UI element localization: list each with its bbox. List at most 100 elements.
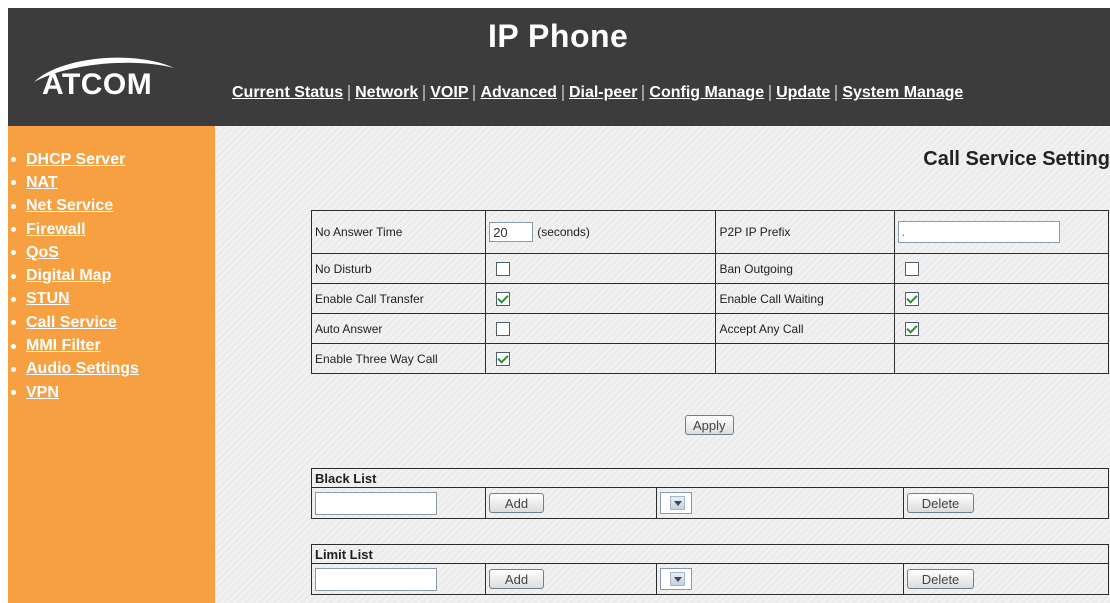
sidebar-link-dhcp-server[interactable]: DHCP Server [26, 151, 125, 169]
atcom-logo: ATCOM [26, 48, 176, 108]
settings-row: No Disturb Ban Outgoing [310, 253, 1110, 284]
sidebar-item-stun: STUN [10, 288, 139, 311]
black-list-input-cell [311, 487, 486, 519]
enable-call-transfer-cell [485, 283, 717, 314]
no-disturb-checkbox[interactable] [496, 261, 511, 276]
bullet-icon [11, 250, 16, 256]
app-title: IP Phone [488, 18, 629, 54]
dropdown-arrow-icon [670, 496, 685, 510]
nav-voip[interactable]: VOIP [430, 84, 468, 102]
sidebar-link-mmi-filter[interactable]: MMI Filter [26, 337, 101, 355]
main-content: Call Service Setting No Answer Time (sec… [215, 126, 1110, 603]
checkbox-check-icon [906, 322, 918, 334]
bullet-icon [11, 296, 16, 302]
bullet-icon [11, 390, 16, 396]
accept-any-call-cell [893, 313, 1110, 344]
nav-network[interactable]: Network [355, 84, 418, 102]
limit-list-add-button[interactable]: Add [489, 569, 544, 589]
bullet-icon [11, 343, 16, 349]
sidebar-link-stun[interactable]: STUN [26, 290, 70, 308]
bullet-icon [11, 366, 16, 372]
page-title: Call Service Setting [923, 148, 1110, 170]
sidebar-item-call-service: Call Service [10, 311, 139, 334]
sidebar-link-qos[interactable]: QoS [26, 244, 59, 262]
limit-list-select[interactable] [660, 568, 692, 590]
nav-separator [348, 85, 351, 101]
black-list-add-button[interactable]: Add [489, 493, 544, 513]
no-answer-time-unit: (seconds) [537, 225, 590, 239]
sidebar-link-nat[interactable]: NAT [26, 174, 58, 192]
limit-list-input-cell [311, 563, 486, 595]
sidebar-link-vpn[interactable]: VPN [26, 384, 59, 402]
p2p-ip-prefix-label: P2P IP Prefix [715, 210, 895, 254]
enable-three-way-call-label: Enable Three Way Call [310, 343, 487, 374]
limit-list-row: Add Delete [311, 563, 1109, 595]
sidebar-item-qos: QoS [10, 241, 139, 264]
black-list-delete-button[interactable]: Delete [907, 493, 974, 513]
enable-three-way-call-checkbox[interactable] [496, 351, 511, 366]
empty-cell [715, 343, 895, 374]
no-disturb-cell [485, 253, 717, 284]
p2p-ip-prefix-cell [893, 210, 1110, 254]
auto-answer-checkbox[interactable] [496, 321, 511, 336]
enable-call-waiting-cell [893, 283, 1110, 314]
nav-separator [835, 85, 838, 101]
header: IP Phone ATCOM Current Status Network VO… [8, 8, 1110, 126]
sidebar-link-net-service[interactable]: Net Service [26, 197, 113, 215]
limit-list-delete-button[interactable]: Delete [907, 569, 974, 589]
accept-any-call-label: Accept Any Call [715, 313, 895, 344]
dropdown-arrow-icon [670, 572, 685, 586]
black-list-table: Black List Add Delete [311, 468, 1109, 519]
limit-list-delete-cell: Delete [903, 563, 1109, 595]
nav-separator [561, 85, 564, 101]
checkbox-check-icon [906, 292, 918, 304]
bullet-icon [11, 273, 16, 279]
black-list-delete-cell: Delete [903, 487, 1109, 519]
top-nav: Current Status Network VOIP Advanced Dia… [232, 84, 963, 102]
sidebar-item-firewall: Firewall [10, 218, 139, 241]
black-list-input[interactable] [315, 491, 437, 515]
nav-separator [473, 85, 476, 101]
accept-any-call-checkbox[interactable] [904, 321, 919, 336]
sidebar-link-digital-map[interactable]: Digital Map [26, 267, 111, 285]
settings-row: Enable Call Transfer Enable Call Waiting [310, 283, 1110, 314]
bullet-icon [11, 320, 16, 326]
no-answer-time-input[interactable] [489, 222, 534, 242]
nav-config-manage[interactable]: Config Manage [649, 84, 764, 102]
limit-list-add-cell: Add [485, 563, 657, 595]
limit-list-input[interactable] [315, 567, 437, 591]
nav-separator [769, 85, 772, 101]
sidebar-link-call-service[interactable]: Call Service [26, 314, 117, 332]
sidebar-item-net-service: Net Service [10, 195, 139, 218]
sidebar-link-firewall[interactable]: Firewall [26, 221, 86, 239]
black-list-row: Add Delete [311, 487, 1109, 519]
nav-system-manage[interactable]: System Manage [842, 84, 963, 102]
limit-list-table: Limit List Add Delete [311, 544, 1109, 595]
enable-call-transfer-checkbox[interactable] [496, 291, 511, 306]
bullet-icon [11, 227, 16, 233]
enable-call-transfer-label: Enable Call Transfer [310, 283, 487, 314]
apply-button[interactable]: Apply [685, 415, 734, 435]
nav-current-status[interactable]: Current Status [232, 84, 343, 102]
enable-three-way-call-cell [485, 343, 717, 374]
settings-row: Enable Three Way Call [310, 343, 1110, 374]
nav-advanced[interactable]: Advanced [480, 84, 556, 102]
no-answer-time-cell: (seconds) [485, 210, 717, 254]
auto-answer-label: Auto Answer [310, 313, 487, 344]
limit-list-title: Limit List [311, 544, 1109, 564]
sidebar-item-dhcp-server: DHCP Server [10, 148, 139, 171]
nav-update[interactable]: Update [776, 84, 830, 102]
ban-outgoing-checkbox[interactable] [904, 261, 919, 276]
nav-dial-peer[interactable]: Dial-peer [569, 84, 637, 102]
no-answer-time-label: No Answer Time [310, 210, 487, 254]
sidebar: DHCP Server NAT Net Service Firewall QoS… [8, 126, 215, 603]
nav-separator [642, 85, 645, 101]
black-list-select[interactable] [660, 492, 692, 514]
sidebar-item-audio-settings: Audio Settings [10, 358, 139, 381]
sidebar-menu: DHCP Server NAT Net Service Firewall QoS… [10, 148, 139, 404]
ban-outgoing-label: Ban Outgoing [715, 253, 895, 284]
p2p-ip-prefix-input[interactable] [897, 221, 1060, 243]
sidebar-link-audio-settings[interactable]: Audio Settings [26, 360, 139, 378]
enable-call-waiting-checkbox[interactable] [904, 291, 919, 306]
call-service-settings-table: No Answer Time (seconds) P2P IP Prefix N… [310, 210, 1110, 374]
